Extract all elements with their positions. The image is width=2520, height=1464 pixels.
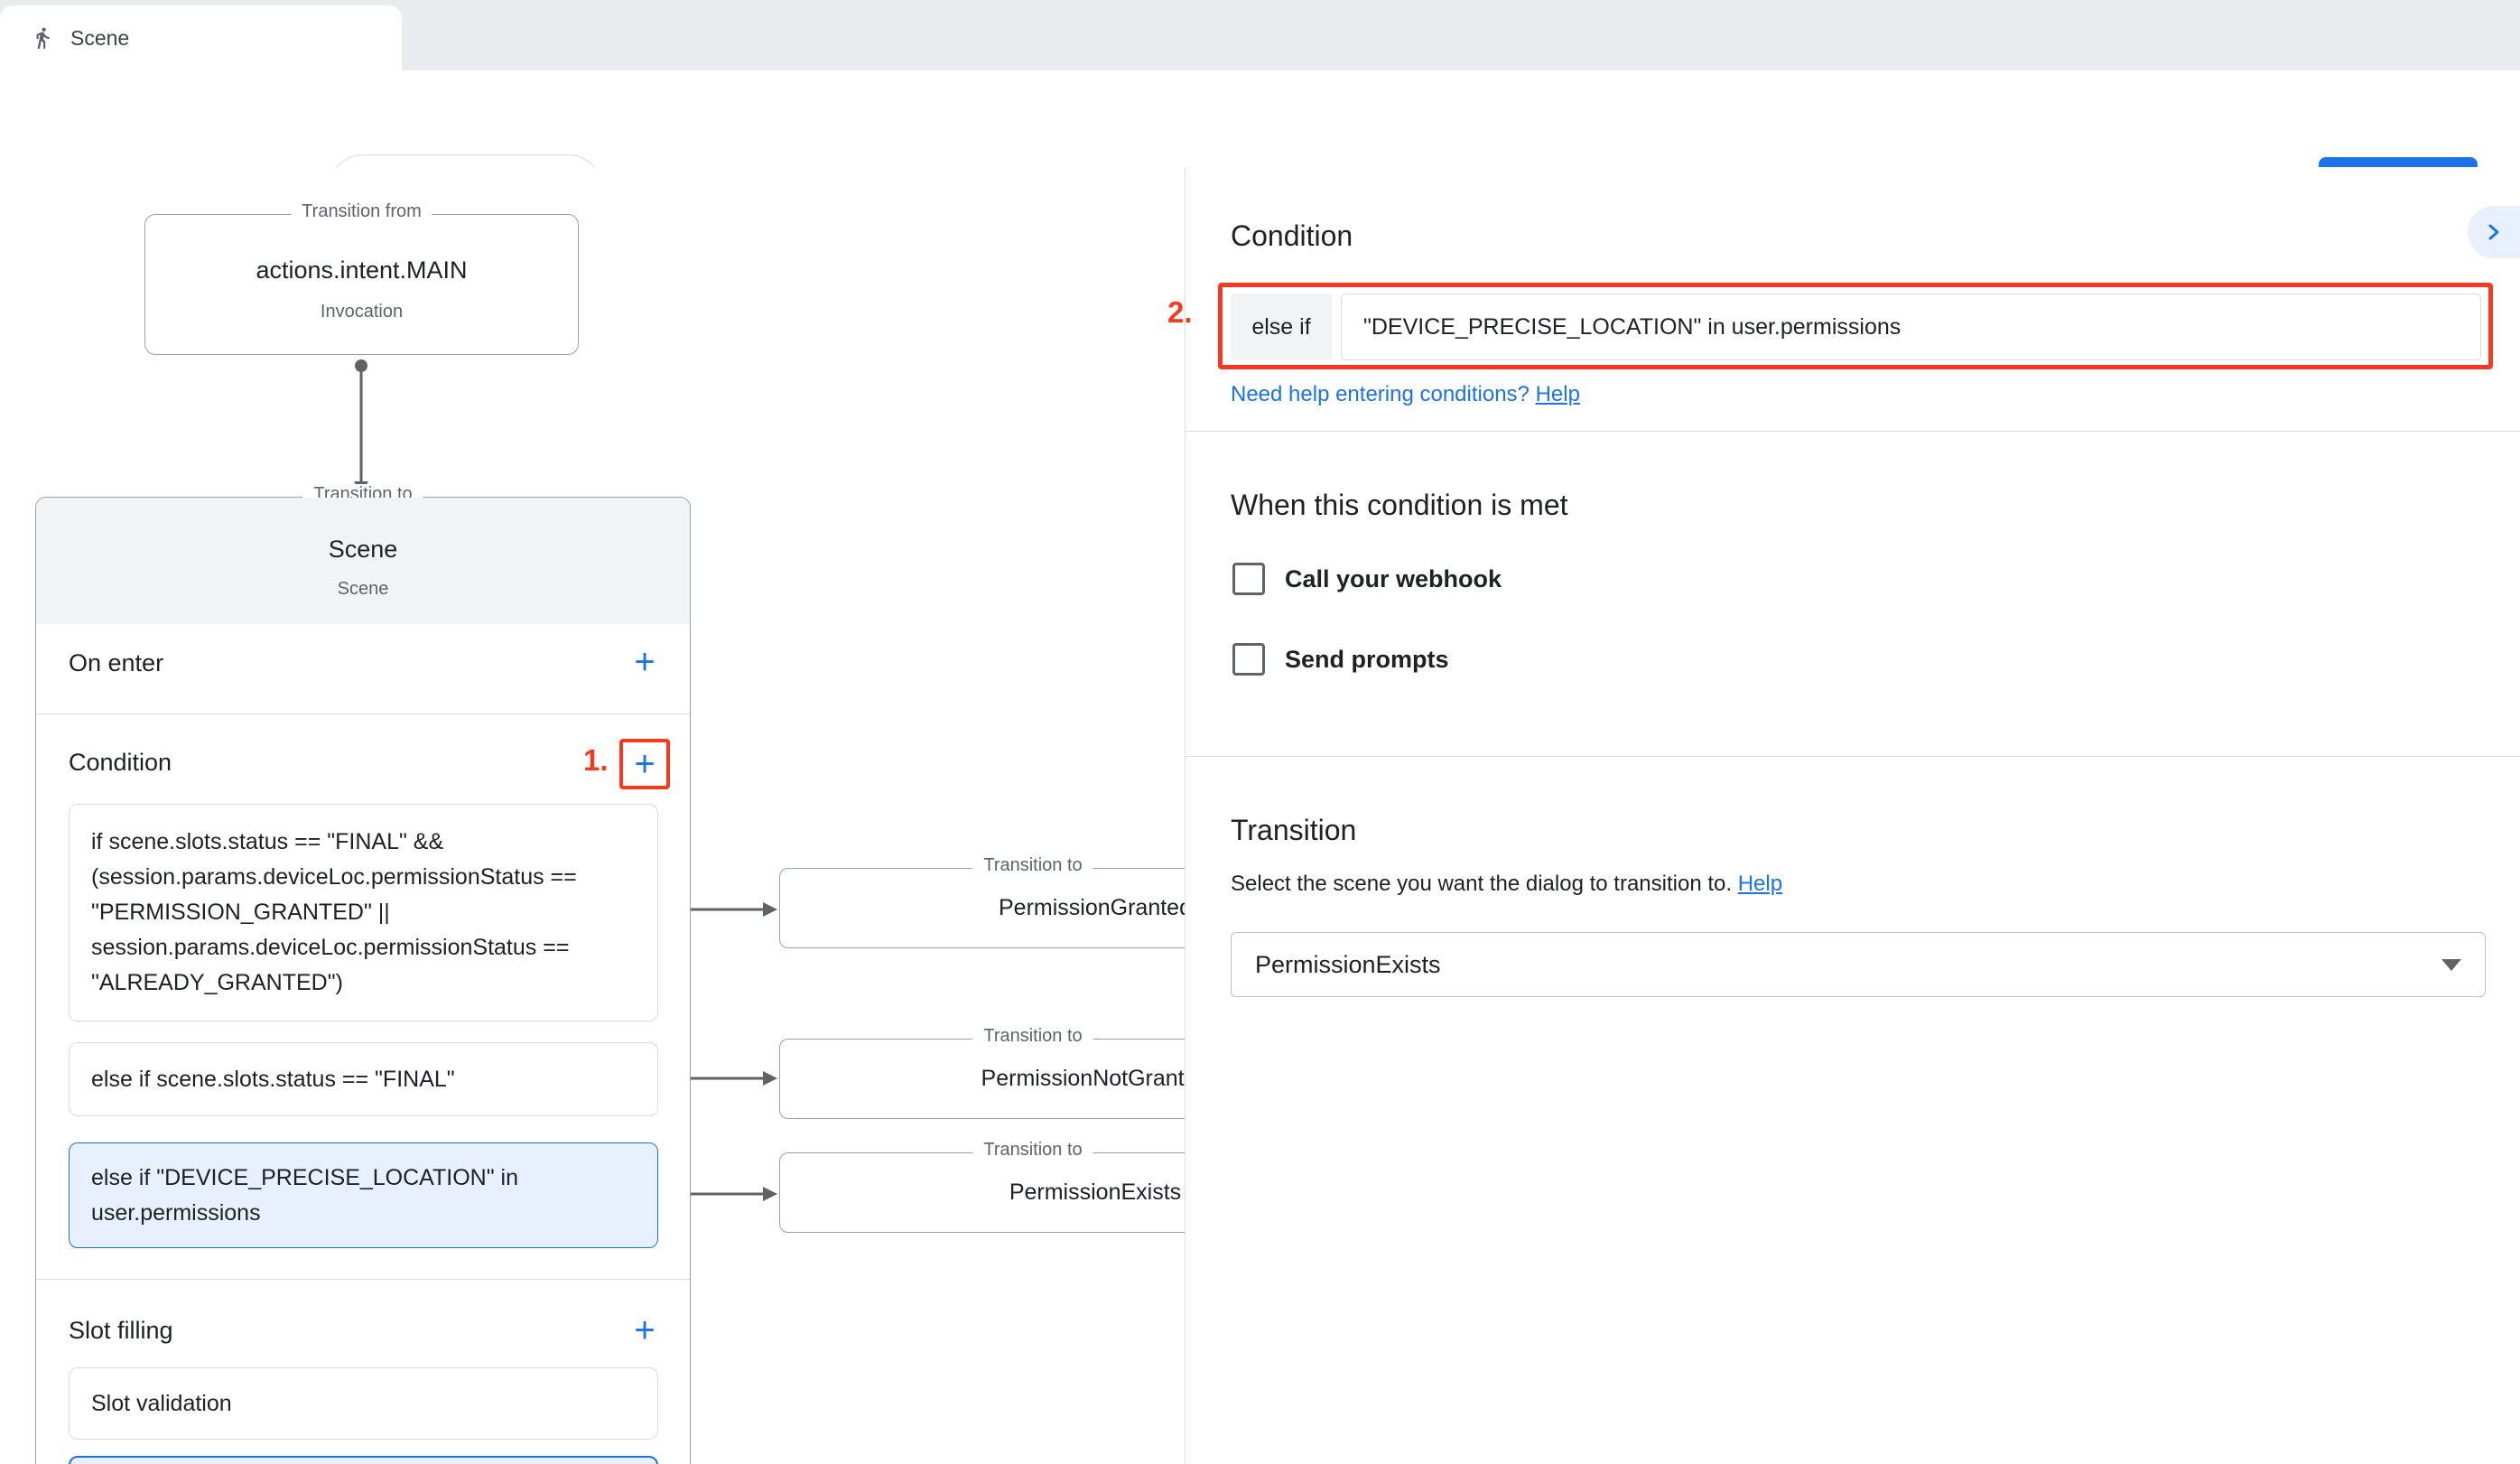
scene-tab[interactable]: Scene <box>0 5 402 70</box>
slot-validation-item[interactable]: Slot validation <box>69 1367 658 1440</box>
select-caret-icon <box>2441 959 2461 971</box>
condition-item[interactable]: else if scene.slots.status == "FINAL" <box>69 1042 658 1116</box>
condition-editor-row: else if <box>1231 294 2481 360</box>
plus-icon: + <box>634 1310 655 1350</box>
transition-help-link[interactable]: Help <box>1738 872 1782 896</box>
scene-card-header[interactable]: Scene Scene <box>36 498 690 624</box>
flow-canvas: Transition from actions.intent.MAIN Invo… <box>0 167 1185 1464</box>
condition-item-text: else if scene.slots.status == "FINAL" <box>91 1062 455 1097</box>
annotation-step-1: 1. <box>583 743 609 778</box>
collapse-panel-button[interactable] <box>2468 206 2520 258</box>
transition-subtitle: Select the scene you want the dialog to … <box>1231 872 1782 897</box>
tab-strip: Scene <box>0 0 2520 70</box>
webhook-checkbox[interactable] <box>1232 563 1265 595</box>
add-condition-annotation: + <box>619 739 670 789</box>
target-node-name: PermissionNotGranted <box>780 1040 1185 1118</box>
help-link[interactable]: Help <box>1536 382 1580 406</box>
target-node[interactable]: Transition to PermissionNotGranted <box>779 1039 1185 1119</box>
divider <box>1186 756 2520 757</box>
plus-icon: + <box>634 642 655 682</box>
annotation-step-2: 2. <box>1167 295 1193 330</box>
plus-icon: + <box>634 744 655 784</box>
help-text: Need help entering conditions? Help <box>1231 382 1580 407</box>
help-prompt: Need help entering conditions? <box>1231 382 1536 406</box>
transition-subtitle-text: Select the scene you want the dialog to … <box>1231 872 1738 896</box>
add-slot-button[interactable]: + <box>623 1309 666 1352</box>
scene-select[interactable]: PermissionExists <box>1231 932 2486 997</box>
divider <box>36 713 690 714</box>
intent-name: actions.intent.MAIN <box>145 256 578 284</box>
slot-validation-label: Slot validation <box>91 1386 232 1422</box>
add-condition-button[interactable]: + <box>623 742 666 786</box>
selected-scene-label: PermissionExists <box>1255 951 2441 979</box>
target-node-name: PermissionGranted <box>780 869 1185 947</box>
condition-item-selected[interactable]: else if "DEVICE_PRECISE_LOCATION" in use… <box>69 1142 658 1248</box>
target-node[interactable]: Transition to PermissionExists <box>779 1152 1185 1233</box>
add-on-enter-button[interactable]: + <box>623 640 666 684</box>
condition-item[interactable]: if scene.slots.status == "FINAL" && (ses… <box>69 804 658 1021</box>
condition-item-text: if scene.slots.status == "FINAL" && (ses… <box>91 829 577 995</box>
condition-item-text: else if "DEVICE_PRECISE_LOCATION" in use… <box>91 1165 518 1226</box>
else-if-chip: else if <box>1231 294 1332 360</box>
transition-from-label: Transition from <box>291 201 432 222</box>
scene-type: Scene <box>36 579 690 600</box>
slot-filling-label: Slot filling <box>69 1317 173 1345</box>
condition-panel: Condition 2. else if Need help entering … <box>1185 167 2520 1464</box>
condition-section-label: Condition <box>69 749 172 777</box>
divider <box>1186 431 2520 432</box>
target-node-name: PermissionExists <box>780 1153 1185 1232</box>
tab-label: Scene <box>70 26 129 51</box>
scene-card: Transition to Scene Scene On enter + Con… <box>35 497 691 1464</box>
intent-type: Invocation <box>145 302 578 322</box>
webhook-label: Call your webhook <box>1285 565 1502 593</box>
panel-condition-title: Condition <box>1231 219 1353 253</box>
webhook-row: Call your webhook <box>1232 563 1502 595</box>
scene-walk-icon <box>31 26 54 50</box>
target-node[interactable]: Transition to PermissionGranted <box>779 868 1185 948</box>
transition-title: Transition <box>1231 814 1356 847</box>
condition-input[interactable] <box>1341 294 2481 360</box>
scene-name: Scene <box>36 536 690 564</box>
transition-from-node[interactable]: Transition from actions.intent.MAIN Invo… <box>144 214 579 355</box>
clipped-item[interactable] <box>69 1456 658 1464</box>
prompts-label: Send prompts <box>1285 646 1449 674</box>
chevron-right-icon <box>2481 219 2506 245</box>
header: Scene English Cancel Save <box>0 70 2520 167</box>
prompts-row: Send prompts <box>1232 643 1449 676</box>
on-enter-label: On enter <box>69 649 163 677</box>
divider <box>36 1279 690 1280</box>
prompts-checkbox[interactable] <box>1232 643 1265 676</box>
when-condition-title: When this condition is met <box>1231 489 1568 522</box>
